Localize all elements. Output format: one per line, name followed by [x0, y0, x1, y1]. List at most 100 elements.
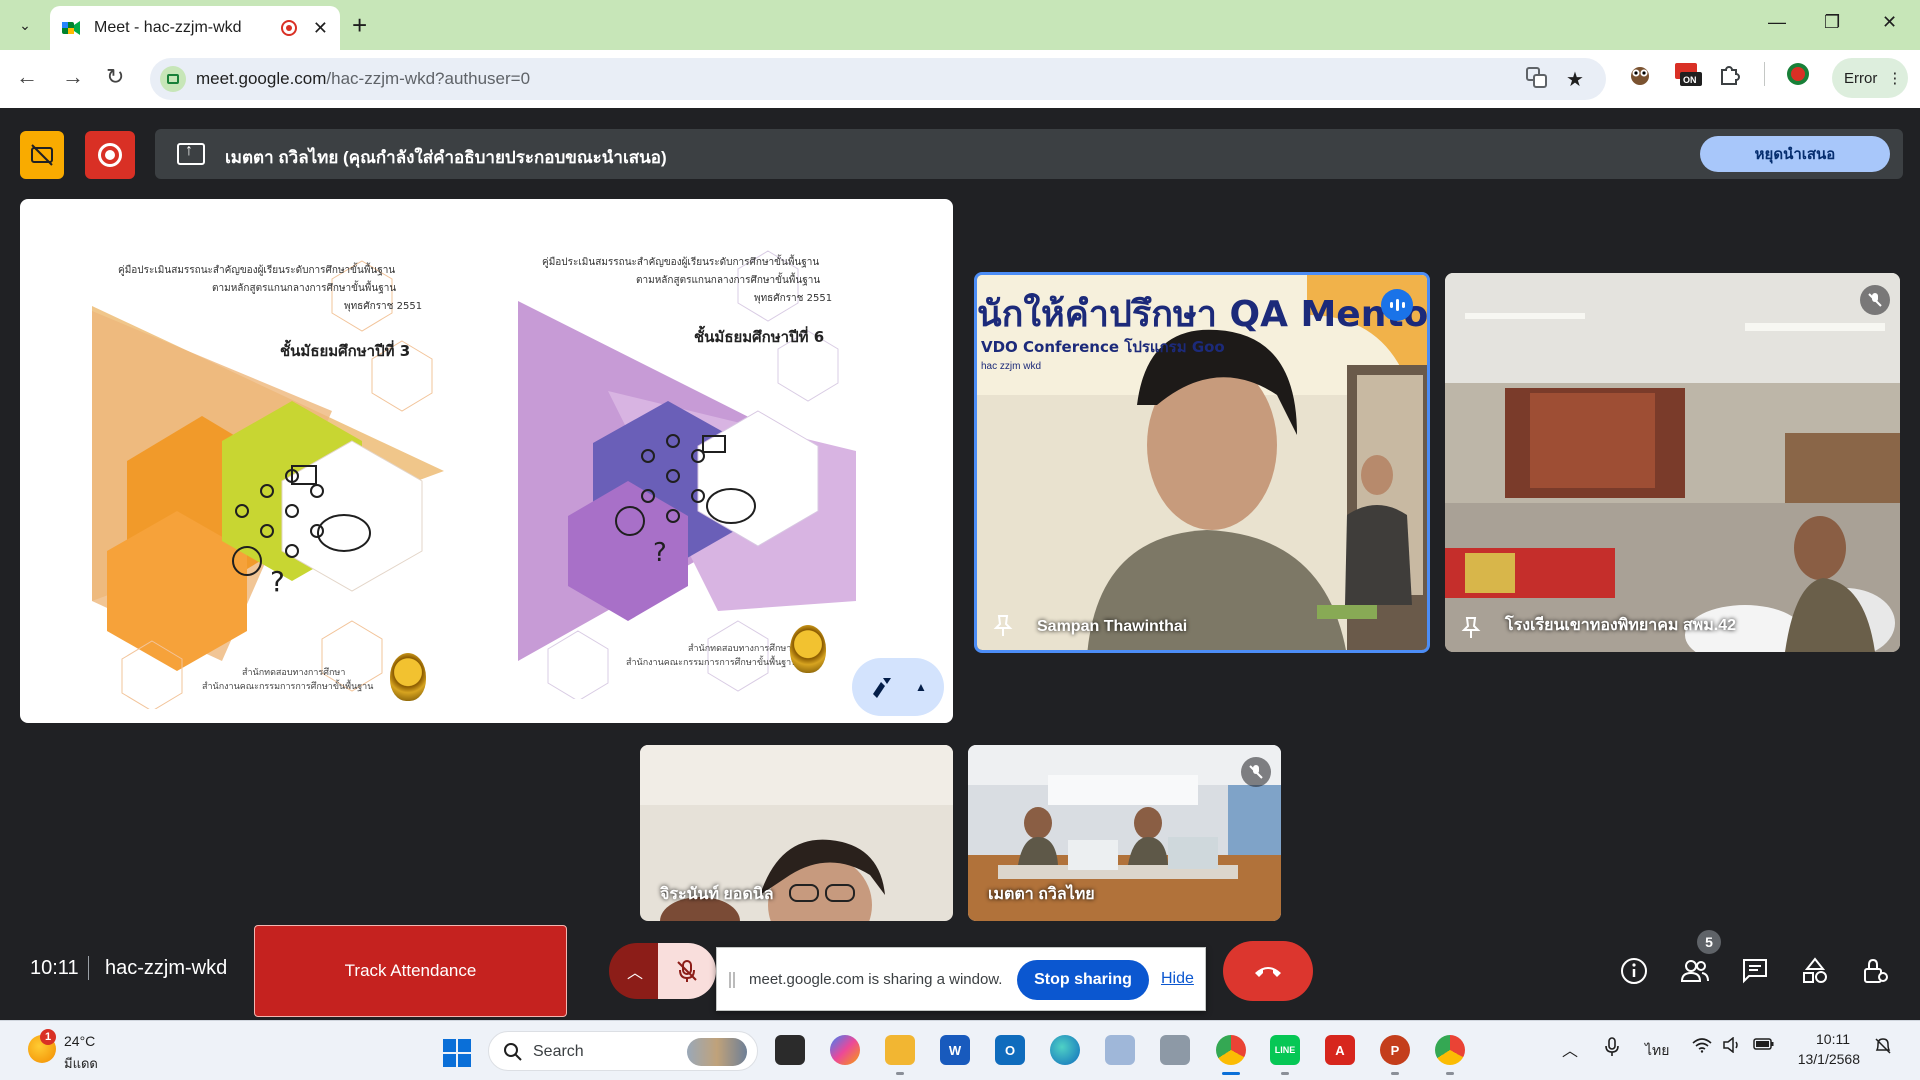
- notifications-bell-icon[interactable]: [1874, 1037, 1892, 1060]
- activities-shapes-icon: [1803, 957, 1827, 983]
- presenting-text: เมตตา ถวิลไทย (คุณกำลังใส่คำอธิบายประกอบ…: [225, 148, 667, 167]
- chat-button[interactable]: [1740, 956, 1770, 986]
- stop-presenting-button[interactable]: หยุดนำเสนอ: [1700, 136, 1890, 172]
- meeting-clock: 10:11: [30, 957, 79, 979]
- translate-icon[interactable]: [1526, 67, 1548, 95]
- acrobat-icon[interactable]: A: [1325, 1035, 1355, 1065]
- minimize-button[interactable]: —: [1768, 12, 1786, 33]
- leave-call-button[interactable]: [1223, 941, 1313, 1001]
- microphone-toggle-button[interactable]: [658, 943, 716, 999]
- visual-effects-off-button[interactable]: [20, 131, 64, 179]
- pin-icon[interactable]: [993, 614, 1013, 636]
- extensions-puzzle-icon[interactable]: [1718, 62, 1742, 92]
- more-vert-icon[interactable]: ⋮: [1887, 69, 1902, 87]
- restore-button[interactable]: ❐: [1824, 12, 1840, 33]
- powerpoint-icon[interactable]: P: [1380, 1035, 1410, 1065]
- battery-icon[interactable]: [1753, 1037, 1775, 1056]
- edge-icon[interactable]: [1050, 1035, 1080, 1065]
- copilot-icon[interactable]: [830, 1035, 860, 1065]
- forward-icon[interactable]: →: [62, 64, 84, 90]
- participant-count-badge: 5: [1697, 930, 1721, 954]
- word-icon[interactable]: W: [940, 1035, 970, 1065]
- recording-button[interactable]: [85, 131, 135, 179]
- microphone-tray-icon[interactable]: [1604, 1037, 1620, 1062]
- outlook-icon[interactable]: O: [995, 1035, 1025, 1065]
- divider: [88, 956, 89, 980]
- book-cover-grade-3: ? คู่มือประเมินสมรรถนะสำคัญของผู้เรียนระ…: [92, 221, 444, 709]
- pin-icon[interactable]: [1461, 616, 1481, 638]
- tray-overflow-chevron-icon[interactable]: ︿: [1562, 1037, 1578, 1061]
- file-explorer-icon[interactable]: [885, 1035, 915, 1065]
- browser-tab-strip: ⌄ Meet - hac-zzjm-wkd ✕ + — ❐ ✕: [0, 0, 1920, 50]
- window-close-button[interactable]: ✕: [1882, 12, 1897, 33]
- meeting-details-button[interactable]: [1619, 956, 1649, 986]
- url-text[interactable]: meet.google.com/hac-zzjm-wkd?authuser=0: [196, 69, 530, 89]
- recording-indicator-icon: [280, 20, 297, 36]
- taskbar-clock-date[interactable]: 13/1/2568: [1794, 1051, 1860, 1067]
- address-bar[interactable]: meet.google.com/hac-zzjm-wkd?authuser=0 …: [150, 58, 1606, 100]
- participant-name: โรงเรียนเขาทองพิทยาคม สพม.42: [1505, 617, 1736, 634]
- track-attendance-button[interactable]: Track Attendance: [254, 925, 567, 1017]
- annotation-toolbar-toggle[interactable]: ▲: [852, 658, 944, 716]
- tab-title: Meet - hac-zzjm-wkd: [94, 19, 242, 36]
- participant-name: เมตตา ถวิลไทย: [988, 886, 1095, 903]
- chevron-up-icon: ︿: [626, 965, 643, 982]
- snipping-tool-icon[interactable]: [1105, 1035, 1135, 1065]
- participant-tile-jiranan[interactable]: จิระนันท์ ยอดนิล: [640, 745, 953, 921]
- tab-search-button[interactable]: ⌄: [10, 10, 40, 40]
- chevron-up-icon[interactable]: ▲: [915, 680, 927, 694]
- participant-name: จิระนันท์ ยอดนิล: [660, 886, 774, 903]
- taskbar-search-box[interactable]: Search: [488, 1031, 758, 1071]
- chrome-icon[interactable]: [1216, 1035, 1246, 1065]
- participant-tile-metta[interactable]: เมตตา ถวิลไทย: [968, 745, 1281, 921]
- info-icon: [1621, 958, 1647, 984]
- record-icon: [98, 143, 122, 167]
- drag-handle-icon[interactable]: [729, 972, 735, 988]
- search-icon: [504, 1043, 522, 1061]
- network-app-icon[interactable]: [1160, 1035, 1190, 1065]
- profile-error-button[interactable]: Error ⋮: [1832, 58, 1908, 98]
- tab-close-icon[interactable]: ✕: [313, 18, 328, 39]
- back-icon[interactable]: ←: [16, 64, 38, 90]
- muted-mic-icon: [1241, 757, 1271, 787]
- phone-hangup-icon: [1255, 967, 1281, 977]
- lock-person-icon: [1864, 958, 1888, 983]
- banner-subtitle: VDO Conference โปรแกรม Goo: [981, 338, 1225, 356]
- profile-avatar[interactable]: [1786, 62, 1810, 92]
- presenting-banner: เมตตา ถวิลไทย (คุณกำลังใส่คำอธิบายประกอบ…: [155, 129, 1903, 179]
- stop-sharing-button[interactable]: Stop sharing: [1017, 960, 1149, 1000]
- sharing-message: meet.google.com is sharing a window.: [749, 971, 1003, 988]
- new-tab-button[interactable]: +: [352, 10, 367, 40]
- screen-record-extension-icon[interactable]: ON: [1674, 60, 1702, 94]
- meeting-code: hac-zzjm-wkd: [105, 957, 228, 979]
- bookmark-star-icon[interactable]: ★: [1566, 67, 1584, 92]
- reload-icon[interactable]: ↻: [106, 64, 124, 90]
- volume-icon[interactable]: [1723, 1036, 1741, 1058]
- site-info-icon[interactable]: [160, 66, 186, 92]
- banner-code: hac zzjm wkd: [981, 361, 1042, 372]
- activities-button[interactable]: [1800, 956, 1830, 986]
- windows-start-icon[interactable]: [443, 1039, 471, 1067]
- input-language[interactable]: ไทย: [1645, 1040, 1669, 1062]
- weather-temperature[interactable]: 24°C: [64, 1033, 95, 1049]
- wifi-icon[interactable]: [1692, 1037, 1712, 1058]
- audio-options-button[interactable]: ︿: [609, 943, 661, 999]
- owl-extension-icon[interactable]: [1628, 62, 1652, 92]
- participant-tile-sampan[interactable]: นักให้คำปรึกษา QA Mentor VDO Conference …: [974, 272, 1430, 653]
- muted-mic-icon: [1860, 285, 1890, 315]
- hide-link[interactable]: Hide: [1161, 970, 1194, 988]
- search-highlight-image: [687, 1038, 747, 1066]
- weather-condition[interactable]: มีแดด: [64, 1053, 98, 1074]
- participant-tile-school[interactable]: โรงเรียนเขาทองพิทยาคม สพม.42: [1445, 273, 1900, 652]
- people-button[interactable]: [1680, 956, 1710, 986]
- book-cover-grade-6: ? คู่มือประเมินสมรรถนะสำคัญของผู้เรียนระ…: [518, 221, 856, 699]
- browser-tab-meet[interactable]: Meet - hac-zzjm-wkd ✕: [50, 6, 340, 50]
- people-icon: [1680, 960, 1709, 982]
- line-app-icon[interactable]: LINE: [1270, 1035, 1300, 1065]
- chrome-profile-icon[interactable]: [1435, 1035, 1465, 1065]
- taskbar-clock-time[interactable]: 10:11: [1796, 1031, 1850, 1047]
- obec-seal-logo: [390, 653, 426, 701]
- shared-screen: ? คู่มือประเมินสมรรถนะสำคัญของผู้เรียนระ…: [20, 199, 953, 723]
- host-controls-button[interactable]: [1860, 956, 1890, 986]
- task-view-icon[interactable]: [775, 1035, 805, 1065]
